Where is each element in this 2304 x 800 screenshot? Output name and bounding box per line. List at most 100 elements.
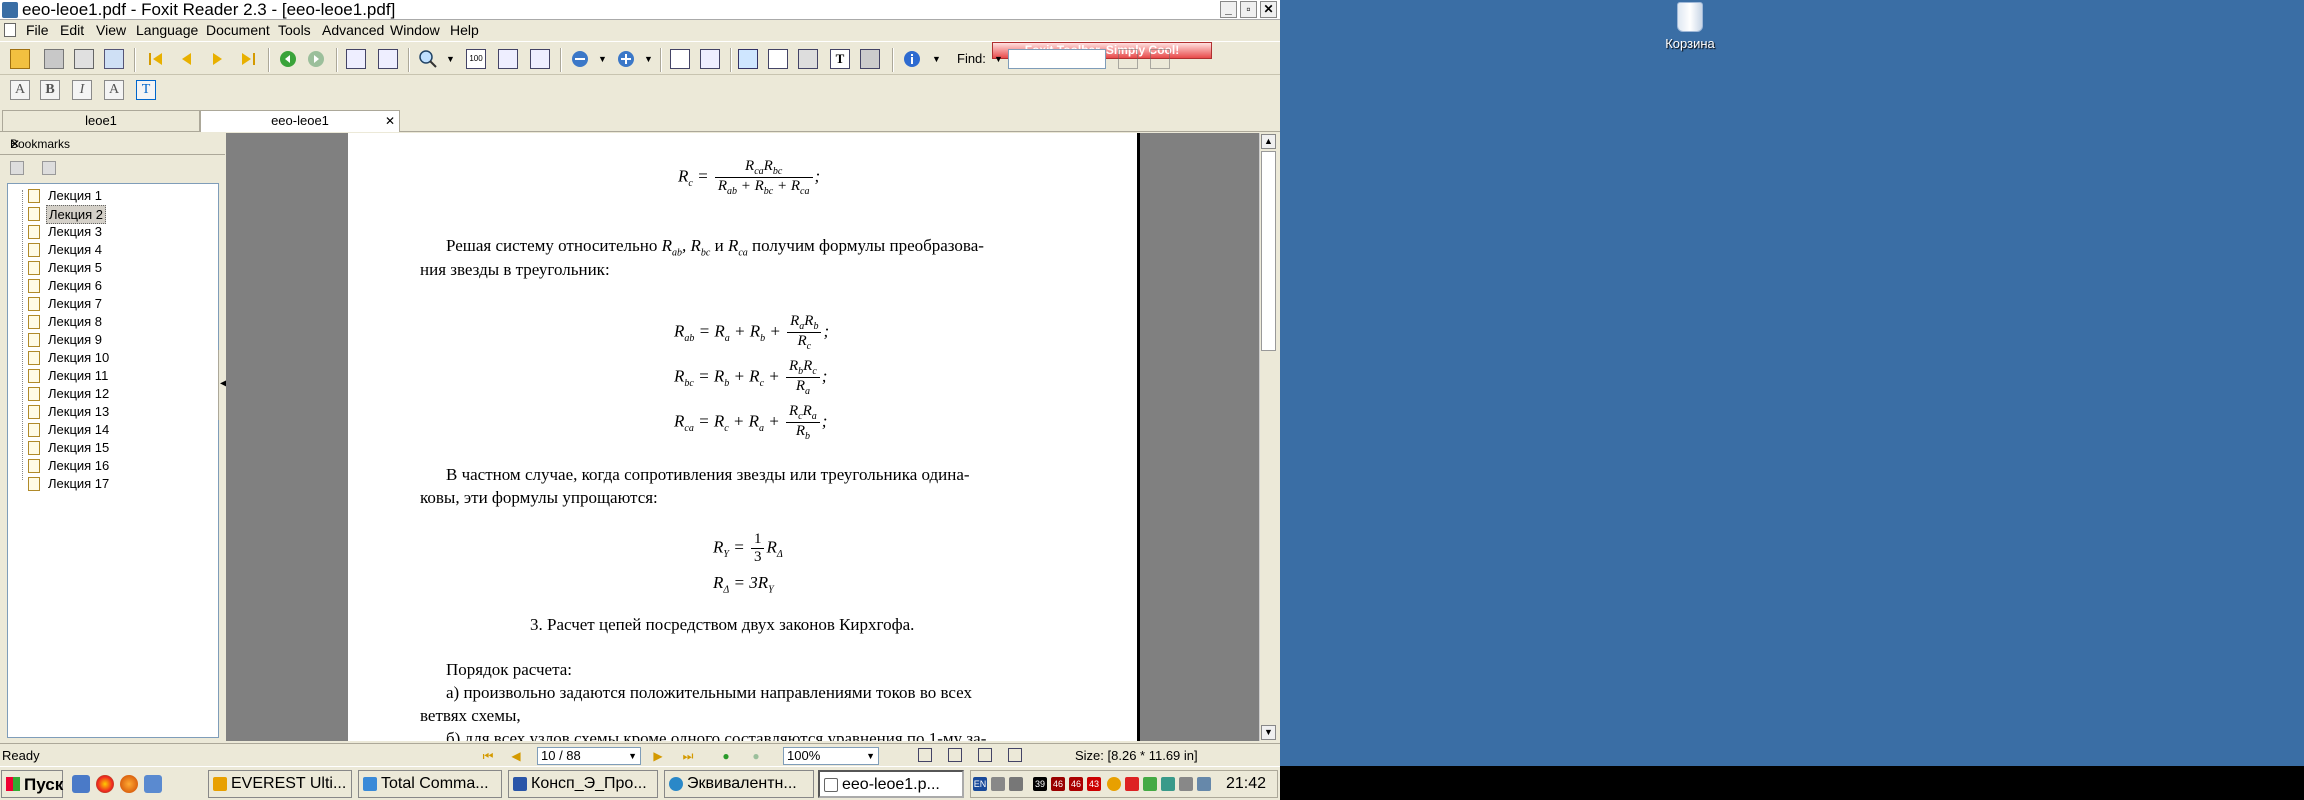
italic-icon[interactable]: I (72, 80, 92, 100)
task-foxit[interactable]: eeo-leoe1.p... (818, 770, 964, 798)
text-box-icon[interactable]: T (136, 80, 156, 100)
page-dropdown-icon[interactable]: ▼ (628, 748, 637, 764)
new-bookmark-icon[interactable] (42, 161, 56, 175)
tray-antivirus-icon[interactable] (1125, 777, 1139, 791)
minimize-button[interactable]: _ (1220, 1, 1237, 18)
menu-tools[interactable]: Tools (278, 20, 311, 40)
rotate-icon[interactable] (670, 49, 690, 69)
quicklaunch-desktop-icon[interactable] (72, 775, 90, 793)
chrome-icon[interactable] (96, 775, 114, 793)
tab-leoe1[interactable]: leoe1 (2, 110, 200, 132)
properties-icon[interactable] (104, 49, 124, 69)
first-page-icon[interactable] (146, 49, 166, 69)
save-icon[interactable] (44, 49, 64, 69)
zoom-out-dropdown-icon[interactable]: ▼ (598, 54, 607, 64)
tray-everest-icon[interactable] (1107, 777, 1121, 791)
snapshot-icon[interactable] (700, 49, 720, 69)
task-total-commander[interactable]: Total Comma... (358, 770, 502, 798)
scroll-thumb[interactable] (1261, 151, 1276, 351)
tray-temp-39[interactable]: 39 (1033, 777, 1047, 791)
status-last-page-icon[interactable]: ⏭ (680, 748, 696, 764)
tab-eeo-leoe1[interactable]: eeo-leoe1 ✕ (200, 110, 400, 132)
menu-help[interactable]: Help (450, 20, 479, 40)
menu-edit[interactable]: Edit (60, 20, 84, 40)
task-konsp[interactable]: Консп_Э_Про... (508, 770, 658, 798)
scroll-up-icon[interactable]: ▲ (1261, 134, 1276, 149)
menu-document[interactable]: Document (206, 20, 270, 40)
volume-icon[interactable] (1179, 777, 1193, 791)
firefox-icon[interactable] (120, 775, 138, 793)
last-page-icon[interactable] (238, 49, 258, 69)
menu-advanced[interactable]: Advanced (322, 20, 384, 40)
typewriter-icon[interactable]: T (830, 49, 850, 69)
menu-window[interactable]: Window (390, 20, 440, 40)
actual-size-icon[interactable]: 100 (466, 49, 486, 69)
page-number-input[interactable]: 10 / 88 ▼ (537, 747, 641, 765)
fit-page-icon[interactable] (498, 49, 518, 69)
find-previous-icon[interactable] (1118, 49, 1138, 69)
open-icon[interactable] (10, 49, 30, 69)
chevron-down-icon[interactable]: ▼ (446, 54, 455, 64)
bold-icon[interactable]: B (40, 80, 60, 100)
find-binoculars-icon[interactable] (798, 49, 818, 69)
zoom-icon[interactable] (418, 49, 438, 69)
info-dropdown-icon[interactable]: ▼ (932, 54, 941, 64)
zoom-in-dropdown-icon[interactable]: ▼ (644, 54, 653, 64)
find-options-icon[interactable]: ▼ (994, 54, 1003, 64)
status-forward-icon[interactable]: ● (748, 748, 764, 764)
pdf-page[interactable]: Rc = RcaRbc Rab + Rbc + Rca; Решая систем… (348, 133, 1140, 741)
font-icon[interactable]: A (10, 80, 30, 100)
find-input[interactable] (1008, 49, 1106, 69)
start-button[interactable]: Пуск (1, 770, 63, 798)
continuous-view-icon[interactable] (948, 748, 962, 762)
continuous-facing-view-icon[interactable] (1008, 748, 1022, 762)
menu-view[interactable]: View (96, 20, 126, 40)
recycle-bin-icon[interactable] (1677, 2, 1703, 32)
fit-width-icon[interactable] (530, 49, 550, 69)
go-back-icon[interactable] (278, 49, 298, 69)
tray-sync-icon[interactable] (1161, 777, 1175, 791)
zoom-out-icon[interactable] (570, 49, 590, 69)
zoom-input[interactable]: 100% ▼ (783, 747, 879, 765)
status-previous-page-icon[interactable]: ◀ (508, 748, 524, 764)
panel-splitter[interactable]: ◀ (218, 350, 228, 420)
facing-view-icon[interactable] (978, 748, 992, 762)
recycle-bin[interactable]: Корзина (1655, 0, 1725, 60)
go-forward-icon[interactable] (306, 49, 326, 69)
status-next-page-icon[interactable]: ▶ (650, 748, 666, 764)
find-next-icon[interactable] (1150, 49, 1170, 69)
print-icon[interactable] (74, 49, 94, 69)
document-menu-icon[interactable] (4, 23, 16, 37)
zoom-in-icon[interactable] (616, 49, 636, 69)
info-icon[interactable] (902, 49, 922, 69)
previous-page-icon[interactable] (176, 49, 196, 69)
app-icon[interactable] (2, 2, 18, 18)
vertical-scrollbar[interactable]: ▲ ▼ (1259, 133, 1277, 741)
hand-tool-icon[interactable] (738, 49, 758, 69)
font-color-icon[interactable]: A (104, 80, 124, 100)
close-window-button[interactable]: ✕ (1260, 1, 1277, 18)
restore-button[interactable]: ▫ (1240, 1, 1257, 18)
status-back-icon[interactable]: ● (718, 748, 734, 764)
delete-bookmark-icon[interactable] (10, 161, 24, 175)
single-page-view-icon[interactable] (918, 748, 932, 762)
zoom-dropdown-icon[interactable]: ▼ (866, 748, 875, 764)
task-ekvivalent[interactable]: Эквивалентн... (664, 770, 814, 798)
language-indicator[interactable]: EN (973, 777, 987, 791)
tray-update-icon[interactable] (1143, 777, 1157, 791)
close-tab-icon[interactable]: ✕ (385, 111, 395, 131)
tray-connection-icon[interactable] (1197, 777, 1211, 791)
tray-temp-46[interactable]: 46 (1051, 777, 1065, 791)
continuous-page-icon[interactable] (378, 49, 398, 69)
menu-file[interactable]: File (26, 20, 49, 40)
select-text-icon[interactable] (768, 49, 788, 69)
bookmark-tree[interactable]: Лекция 1 Лекция 2 Лекция 3 Лекция 4 Лекц… (7, 183, 219, 738)
clock[interactable]: 21:42 (1226, 775, 1266, 793)
tray-temp-43[interactable]: 43 (1087, 777, 1101, 791)
task-everest[interactable]: EVEREST Ulti... (208, 770, 352, 798)
title-bar[interactable]: eeo-leoe1.pdf - Foxit Reader 2.3 - [eeo-… (0, 0, 1280, 20)
next-page-icon[interactable] (208, 49, 228, 69)
single-page-icon[interactable] (346, 49, 366, 69)
tray-app-icon[interactable] (1009, 777, 1023, 791)
tray-network-icon[interactable] (991, 777, 1005, 791)
